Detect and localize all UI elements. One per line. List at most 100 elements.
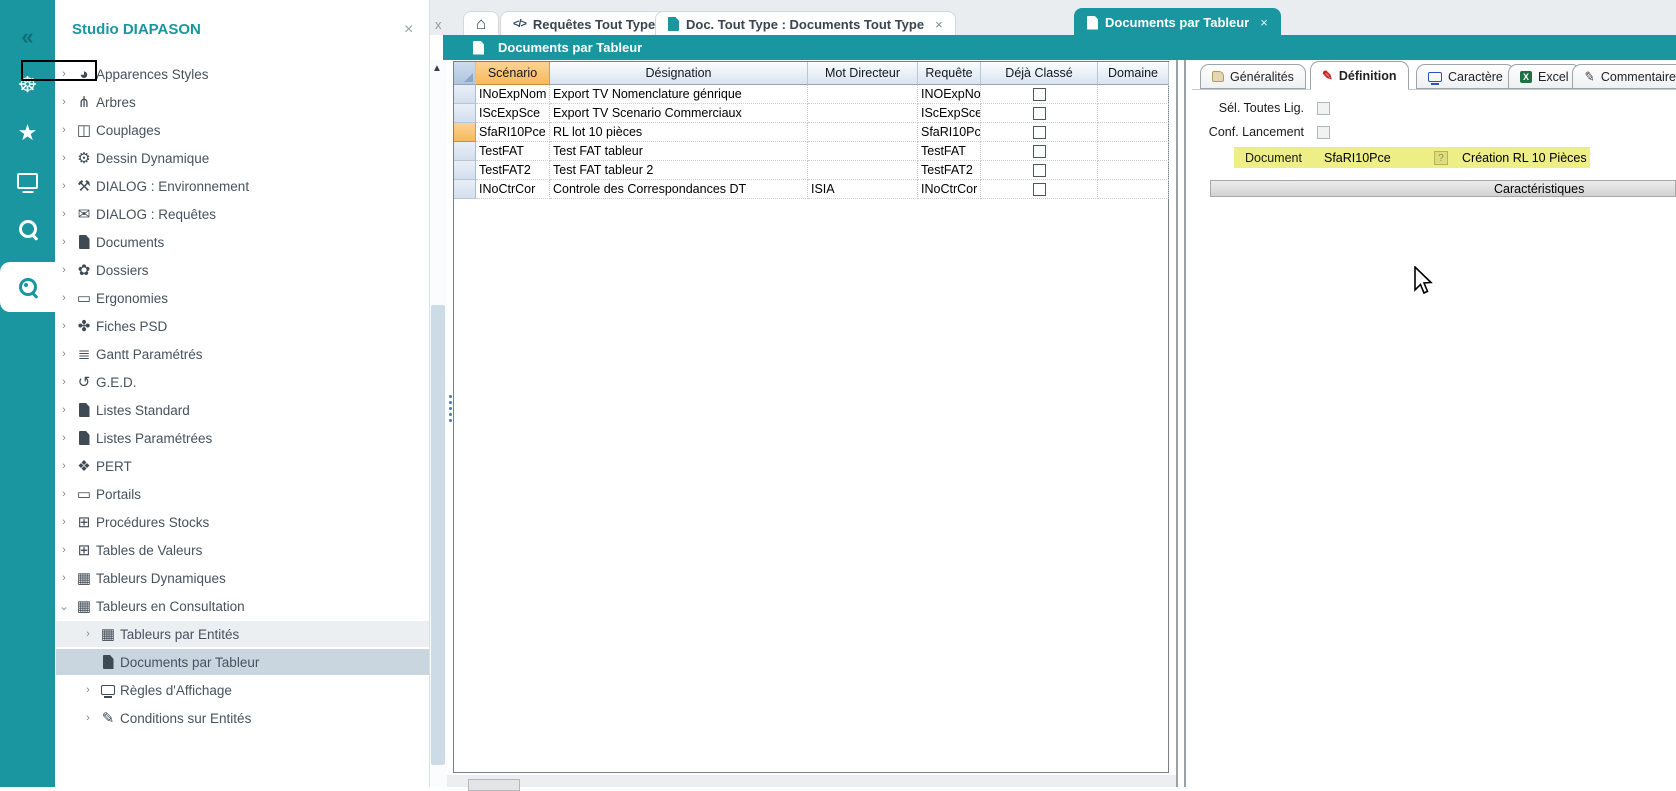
cell-domaine[interactable]	[1098, 142, 1169, 161]
tree-item-conditions-sur-entit-s[interactable]: ›✎Conditions sur Entités	[56, 705, 429, 731]
cell-requete[interactable]: TestFAT2	[918, 161, 981, 180]
chevron-down-icon[interactable]: ⌄	[56, 600, 72, 613]
cell-domaine[interactable]	[1098, 85, 1169, 104]
chevron-right-icon[interactable]: ›	[56, 432, 72, 444]
deja-classe-checkbox[interactable]	[1033, 164, 1046, 177]
tree-item-couplages[interactable]: ›◫Couplages	[56, 117, 405, 143]
chevron-right-icon[interactable]: ›	[56, 544, 72, 556]
row-header[interactable]	[454, 104, 476, 123]
rail-item-favorites[interactable]: ★	[0, 110, 55, 156]
chevron-right-icon[interactable]: ›	[56, 236, 72, 248]
cell-designation[interactable]: Test FAT tableur 2	[550, 161, 808, 180]
cell-designation[interactable]: Export TV Scenario Commerciaux	[550, 104, 808, 123]
tree-item-g-e-d-[interactable]: ›↺G.E.D.	[56, 369, 405, 395]
detail-tab-excel[interactable]: XExcel	[1508, 64, 1581, 89]
tree-item-documents[interactable]: ›Documents	[56, 229, 405, 255]
cell-mot_directeur[interactable]	[808, 104, 918, 123]
tree-item-dialog-environnement[interactable]: ›⚒DIALOG : Environnement	[56, 173, 405, 199]
chevron-right-icon[interactable]: ›	[56, 376, 72, 388]
table-row[interactable]: TestFAT2Test FAT tableur 2TestFAT2	[454, 161, 1168, 180]
chevron-right-icon[interactable]: ›	[56, 68, 72, 80]
tree-scrollbar[interactable]: ▲	[430, 60, 447, 787]
help-button[interactable]: ?	[1434, 151, 1448, 165]
tree-item-tableurs-en-consultation[interactable]: ⌄▦Tableurs en Consultation	[56, 593, 405, 619]
table-row[interactable]: IScExpSceExport TV Scenario CommerciauxI…	[454, 104, 1168, 123]
row-header[interactable]	[454, 142, 476, 161]
grid-footer-button[interactable]	[468, 779, 520, 791]
rail-item-wheel[interactable]: ☸	[0, 62, 55, 108]
chevron-right-icon[interactable]: ›	[56, 404, 72, 416]
tree-item-apparences-styles[interactable]: ›◕Apparences Styles	[56, 61, 405, 87]
cell-requete[interactable]: INoCtrCor	[918, 180, 981, 199]
tree-item-portails[interactable]: ›▭Portails	[56, 481, 405, 507]
rail-item-screens[interactable]	[0, 158, 55, 204]
rail-item-explorer[interactable]	[0, 262, 55, 312]
tree-item-ergonomies[interactable]: ›▭Ergonomies	[56, 285, 405, 311]
table-row[interactable]: SfaRI10PceRL lot 10 piècesSfaRI10Pce	[454, 123, 1168, 142]
tree-item-gantt-param-tr-s[interactable]: ›≣Gantt Paramétrés	[56, 341, 405, 367]
chevron-right-icon[interactable]: ›	[56, 96, 72, 108]
detail-tab-commentaire[interactable]: ✎Commentaire	[1572, 64, 1676, 89]
deja-classe-checkbox[interactable]	[1033, 107, 1046, 120]
detail-tab-caract-re[interactable]: Caractère	[1416, 64, 1515, 89]
tree-item-dessin-dynamique[interactable]: ›⚙Dessin Dynamique	[56, 145, 405, 171]
column-header-scenario[interactable]: Scénario	[476, 62, 550, 85]
vertical-splitter[interactable]	[1184, 60, 1186, 787]
cell-mot_directeur[interactable]	[808, 161, 918, 180]
deja-classe-checkbox[interactable]	[1033, 126, 1046, 139]
rail-item-search[interactable]	[0, 206, 55, 252]
document-value[interactable]: SfaRI10Pce	[1324, 151, 1391, 165]
tree-item-fiches-psd[interactable]: ›✤Fiches PSD	[56, 313, 405, 339]
column-header-designation[interactable]: Désignation	[550, 62, 808, 85]
detail-tab-d-finition[interactable]: ✎Définition	[1310, 61, 1409, 90]
cell-mot_directeur[interactable]: ISIA	[808, 180, 918, 199]
detail-tab-g-n-ralit-s[interactable]: Généralités	[1200, 64, 1306, 89]
row-header[interactable]	[454, 180, 476, 199]
tree-item-listes-param-tr-es[interactable]: ›Listes Paramétrées	[56, 425, 405, 451]
tree-item-dossiers[interactable]: ›✿Dossiers	[56, 257, 405, 283]
cell-domaine[interactable]	[1098, 161, 1169, 180]
tree-item-tableurs-par-entit-s[interactable]: ›▦Tableurs par Entités	[56, 621, 429, 647]
tree-item-tables-de-valeurs[interactable]: ›⊞Tables de Valeurs	[56, 537, 405, 563]
deja-classe-checkbox[interactable]	[1033, 145, 1046, 158]
sel-toutes-lig-checkbox[interactable]	[1317, 102, 1330, 115]
cell-domaine[interactable]	[1098, 104, 1169, 123]
column-header-deja_classe[interactable]: Déjà Classé	[981, 62, 1098, 85]
cell-requete[interactable]: SfaRI10Pce	[918, 123, 981, 142]
cell-mot_directeur[interactable]	[808, 85, 918, 104]
chevron-right-icon[interactable]: ›	[56, 516, 72, 528]
column-header-corner[interactable]	[454, 62, 476, 85]
tree-item-tableurs-dynamiques[interactable]: ›▦Tableurs Dynamiques	[56, 565, 405, 591]
cell-designation[interactable]: Export TV Nomenclature génrique	[550, 85, 808, 104]
table-row[interactable]: TestFATTest FAT tableurTestFAT	[454, 142, 1168, 161]
chevron-right-icon[interactable]: ›	[80, 628, 96, 640]
tab-home[interactable]: ⌂	[463, 11, 499, 36]
scroll-up-arrow-icon[interactable]: ▲	[432, 63, 442, 74]
chevron-right-icon[interactable]: ›	[56, 180, 72, 192]
cell-requete[interactable]: INOExpNom	[918, 85, 981, 104]
cell-designation[interactable]: RL lot 10 pièces	[550, 123, 808, 142]
cell-domaine[interactable]	[1098, 123, 1169, 142]
conf-lancement-checkbox[interactable]	[1317, 126, 1330, 139]
tab-close-icon[interactable]: ×	[1260, 15, 1268, 30]
tab-close-icon[interactable]: ×	[935, 17, 943, 32]
chevron-right-icon[interactable]: ›	[56, 572, 72, 584]
cell-scenario[interactable]: SfaRI10Pce	[476, 123, 550, 142]
tree-close-icon[interactable]: ×	[404, 21, 413, 39]
cell-scenario[interactable]: INoCtrCor	[476, 180, 550, 199]
cell-scenario[interactable]: TestFAT	[476, 142, 550, 161]
tree-item-dialog-requ-tes[interactable]: ›✉DIALOG : Requêtes	[56, 201, 405, 227]
cell-requete[interactable]: TestFAT	[918, 142, 981, 161]
cell-scenario[interactable]: INoExpNom	[476, 85, 550, 104]
chevron-right-icon[interactable]: ›	[80, 684, 96, 696]
tree-item-r-gles-d-affichage[interactable]: ›Règles d'Affichage	[56, 677, 429, 703]
chevron-right-icon[interactable]: ›	[56, 488, 72, 500]
table-row[interactable]: INoExpNomExport TV Nomenclature génrique…	[454, 85, 1168, 104]
cell-mot_directeur[interactable]	[808, 142, 918, 161]
row-header[interactable]	[454, 123, 476, 142]
vertical-splitter[interactable]	[1176, 60, 1178, 787]
tab-documents-par-tableur[interactable]: Documents par Tableur×	[1074, 8, 1281, 36]
row-header[interactable]	[454, 161, 476, 180]
cell-scenario[interactable]: TestFAT2	[476, 161, 550, 180]
cell-mot_directeur[interactable]	[808, 123, 918, 142]
